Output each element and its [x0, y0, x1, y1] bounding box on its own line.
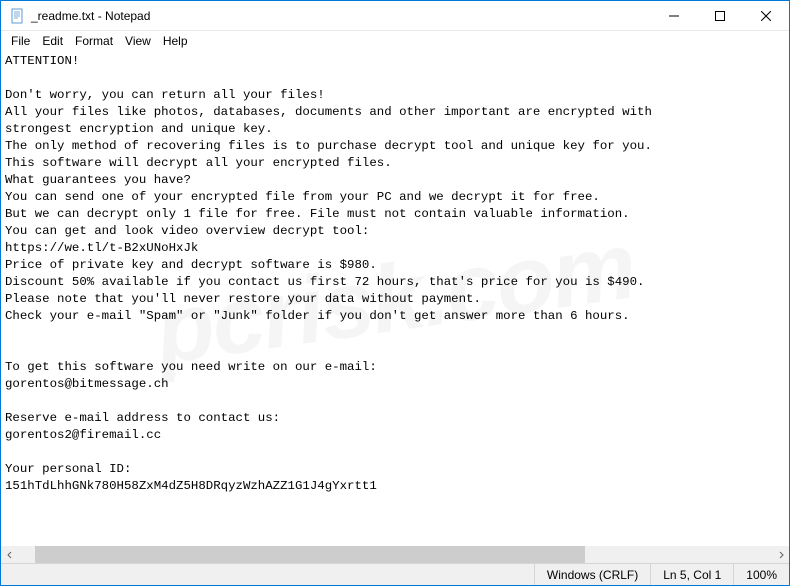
text-area[interactable]: pcrisk.com ATTENTION! Don't worry, you c… — [1, 51, 789, 546]
menu-edit[interactable]: Edit — [36, 33, 69, 49]
menu-help[interactable]: Help — [157, 33, 194, 49]
notepad-icon — [9, 8, 25, 24]
titlebar: _readme.txt - Notepad — [1, 1, 789, 31]
statusbar: Windows (CRLF) Ln 5, Col 1 100% — [1, 563, 789, 585]
scroll-left-button[interactable] — [1, 546, 18, 563]
menu-view[interactable]: View — [119, 33, 157, 49]
scrollbar-track[interactable] — [18, 546, 772, 563]
menu-format[interactable]: Format — [69, 33, 119, 49]
window-title: _readme.txt - Notepad — [31, 9, 651, 23]
scroll-right-button[interactable] — [772, 546, 789, 563]
status-zoom: 100% — [733, 564, 789, 585]
window-controls — [651, 1, 789, 30]
close-button[interactable] — [743, 1, 789, 30]
maximize-button[interactable] — [697, 1, 743, 30]
status-encoding: Windows (CRLF) — [534, 564, 650, 585]
menu-file[interactable]: File — [5, 33, 36, 49]
horizontal-scrollbar[interactable] — [1, 546, 789, 563]
menubar: File Edit Format View Help — [1, 31, 789, 51]
minimize-button[interactable] — [651, 1, 697, 30]
scrollbar-thumb[interactable] — [35, 546, 585, 563]
text-content[interactable]: ATTENTION! Don't worry, you can return a… — [1, 51, 789, 497]
status-position: Ln 5, Col 1 — [650, 564, 733, 585]
